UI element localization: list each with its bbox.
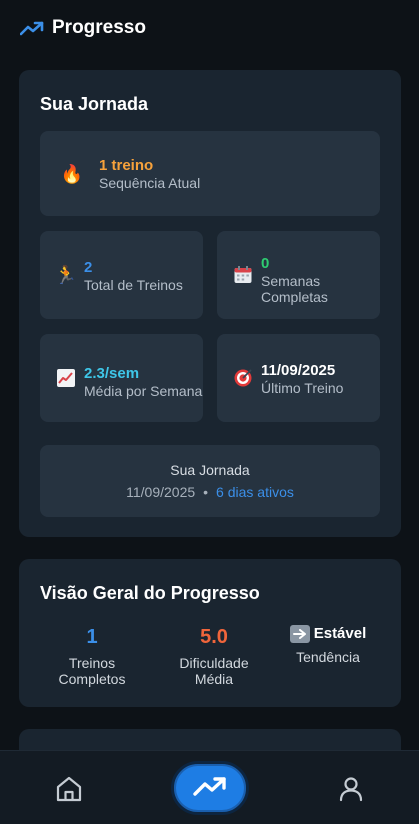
streak-value: 1 treino (99, 157, 154, 174)
streak-label: Sequência Atual (99, 175, 201, 191)
trend-value: Estável (313, 625, 367, 642)
completed-weeks-value: 0 (261, 254, 270, 272)
app-header: Progresso (0, 0, 419, 56)
journey-card: Sua Jornada 🔥 1 treino Sequência Atual 🏃… (19, 70, 401, 537)
last-workout-label: Último Treino (261, 379, 344, 396)
difficulty-label: Dificuldade Média (179, 655, 249, 687)
total-workouts-tile: 🏃 2 Total de Treinos (40, 231, 203, 319)
journey-title: Sua Jornada (40, 94, 149, 114)
overview-trend: Estável Tendência (283, 623, 373, 665)
trending-up-icon (20, 20, 44, 36)
trending-up-icon (193, 775, 227, 802)
weekly-average-tile: 2.3/sem Média por Semana (40, 334, 203, 422)
last-workout-value: 11/09/2025 (261, 361, 336, 379)
journey-summary: Sua Jornada 11/09/2025 • 6 dias ativos (40, 445, 380, 517)
completed-weeks-tile: 0 Semanas Completas (217, 231, 380, 319)
page-title: Progresso (52, 17, 146, 38)
nav-home-button[interactable] (53, 773, 85, 805)
last-workout-tile: 11/09/2025 Último Treino (217, 334, 380, 422)
total-workouts-value: 2 (84, 258, 93, 276)
right-arrow-icon (289, 625, 310, 643)
trend-label: Tendência (296, 649, 360, 665)
overview-title: Visão Geral do Progresso (40, 583, 260, 603)
calendar-icon (232, 264, 254, 286)
completed-weeks-label: Semanas Completas (261, 272, 328, 305)
completed-value: 1 (86, 626, 98, 648)
total-workouts-label: Total de Treinos (84, 276, 183, 293)
runner-icon: 🏃 (54, 265, 78, 285)
chart-increasing-icon (55, 367, 77, 389)
fire-icon: 🔥 (60, 163, 84, 184)
home-icon (53, 776, 85, 809)
streak-tile: 🔥 1 treino Sequência Atual (40, 131, 380, 216)
difficulty-value: 5.0 (200, 626, 228, 648)
nav-progress-button[interactable] (171, 761, 249, 815)
overview-card: Visão Geral do Progresso 1 Treinos Compl… (19, 559, 401, 707)
overview-completed: 1 Treinos Completos (47, 625, 137, 687)
weekly-average-label: Média por Semana (84, 382, 203, 399)
nav-profile-button[interactable] (335, 773, 367, 805)
overview-difficulty: 5.0 Dificuldade Média (164, 625, 264, 687)
summary-active-days: 6 dias ativos (216, 484, 294, 500)
summary-title: Sua Jornada (170, 462, 250, 478)
target-icon (232, 367, 254, 389)
summary-separator: • (203, 484, 209, 500)
user-icon (335, 777, 367, 809)
weekly-average-value: 2.3/sem (84, 364, 140, 382)
bottom-navigation (0, 750, 419, 824)
summary-date: 11/09/2025 (126, 484, 196, 500)
completed-label: Treinos Completos (58, 655, 126, 687)
